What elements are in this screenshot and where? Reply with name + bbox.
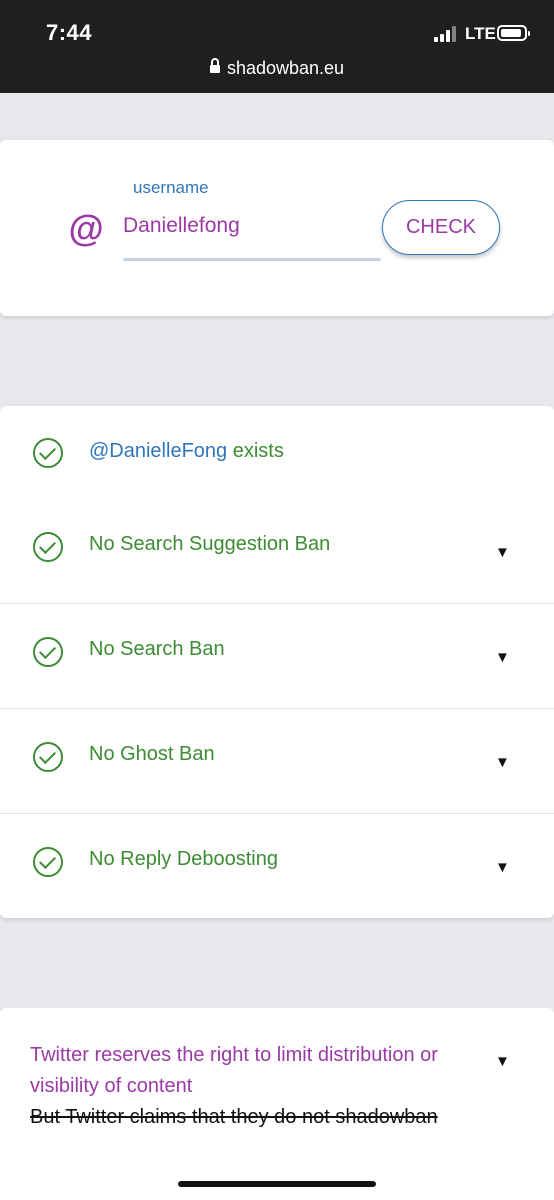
battery-icon — [497, 25, 530, 41]
check-circle-icon — [33, 532, 63, 562]
result-row-reply-deboosting[interactable]: No Reply Deboosting ▼ — [0, 845, 554, 879]
network-label: LTE — [465, 24, 496, 43]
expand-caret-icon[interactable]: ▼ — [495, 1053, 510, 1070]
divider — [0, 603, 554, 604]
divider — [0, 708, 554, 709]
result-row-search-ban[interactable]: No Search Ban ▼ — [0, 635, 554, 669]
check-circle-icon — [33, 847, 63, 877]
expand-caret-icon[interactable]: ▼ — [495, 649, 510, 666]
address-bar[interactable]: shadowban.eu — [0, 58, 554, 79]
result-label: No Search Ban — [89, 638, 225, 660]
result-row-exists: @DanielleFong exists — [0, 436, 554, 470]
exists-text: exists — [227, 440, 284, 462]
result-label: No Search Suggestion Ban — [89, 533, 331, 555]
expand-caret-icon[interactable]: ▼ — [495, 544, 510, 561]
check-circle-icon — [33, 438, 63, 468]
input-underline — [123, 258, 381, 261]
notice-text: Twitter reserves the right to limit dist… — [30, 1044, 438, 1097]
url-text: shadowban.eu — [226, 58, 345, 78]
expand-caret-icon[interactable]: ▼ — [495, 859, 510, 876]
user-handle-link[interactable]: @DanielleFong — [89, 440, 227, 462]
username-label: username — [133, 178, 209, 197]
struck-text: But Twitter claims that they do not shad… — [30, 1106, 438, 1128]
at-icon: @ — [68, 208, 104, 249]
result-row-search-suggestion-ban[interactable]: No Search Suggestion Ban ▼ — [0, 530, 554, 564]
lock-icon — [209, 58, 220, 73]
username-input[interactable]: Daniellefong — [123, 214, 240, 238]
result-row-ghost-ban[interactable]: No Ghost Ban ▼ — [0, 740, 554, 774]
check-circle-icon — [33, 742, 63, 772]
result-label: No Ghost Ban — [89, 743, 215, 765]
check-button[interactable]: CHECK — [382, 200, 500, 255]
home-indicator[interactable] — [178, 1181, 376, 1187]
status-bar: 7:44 LTE shadowban.eu — [0, 0, 554, 93]
signal-icon — [434, 26, 460, 42]
clock: 7:44 — [46, 20, 93, 45]
expand-caret-icon[interactable]: ▼ — [495, 754, 510, 771]
check-circle-icon — [33, 637, 63, 667]
divider — [0, 813, 554, 814]
result-label: No Reply Deboosting — [89, 848, 278, 870]
